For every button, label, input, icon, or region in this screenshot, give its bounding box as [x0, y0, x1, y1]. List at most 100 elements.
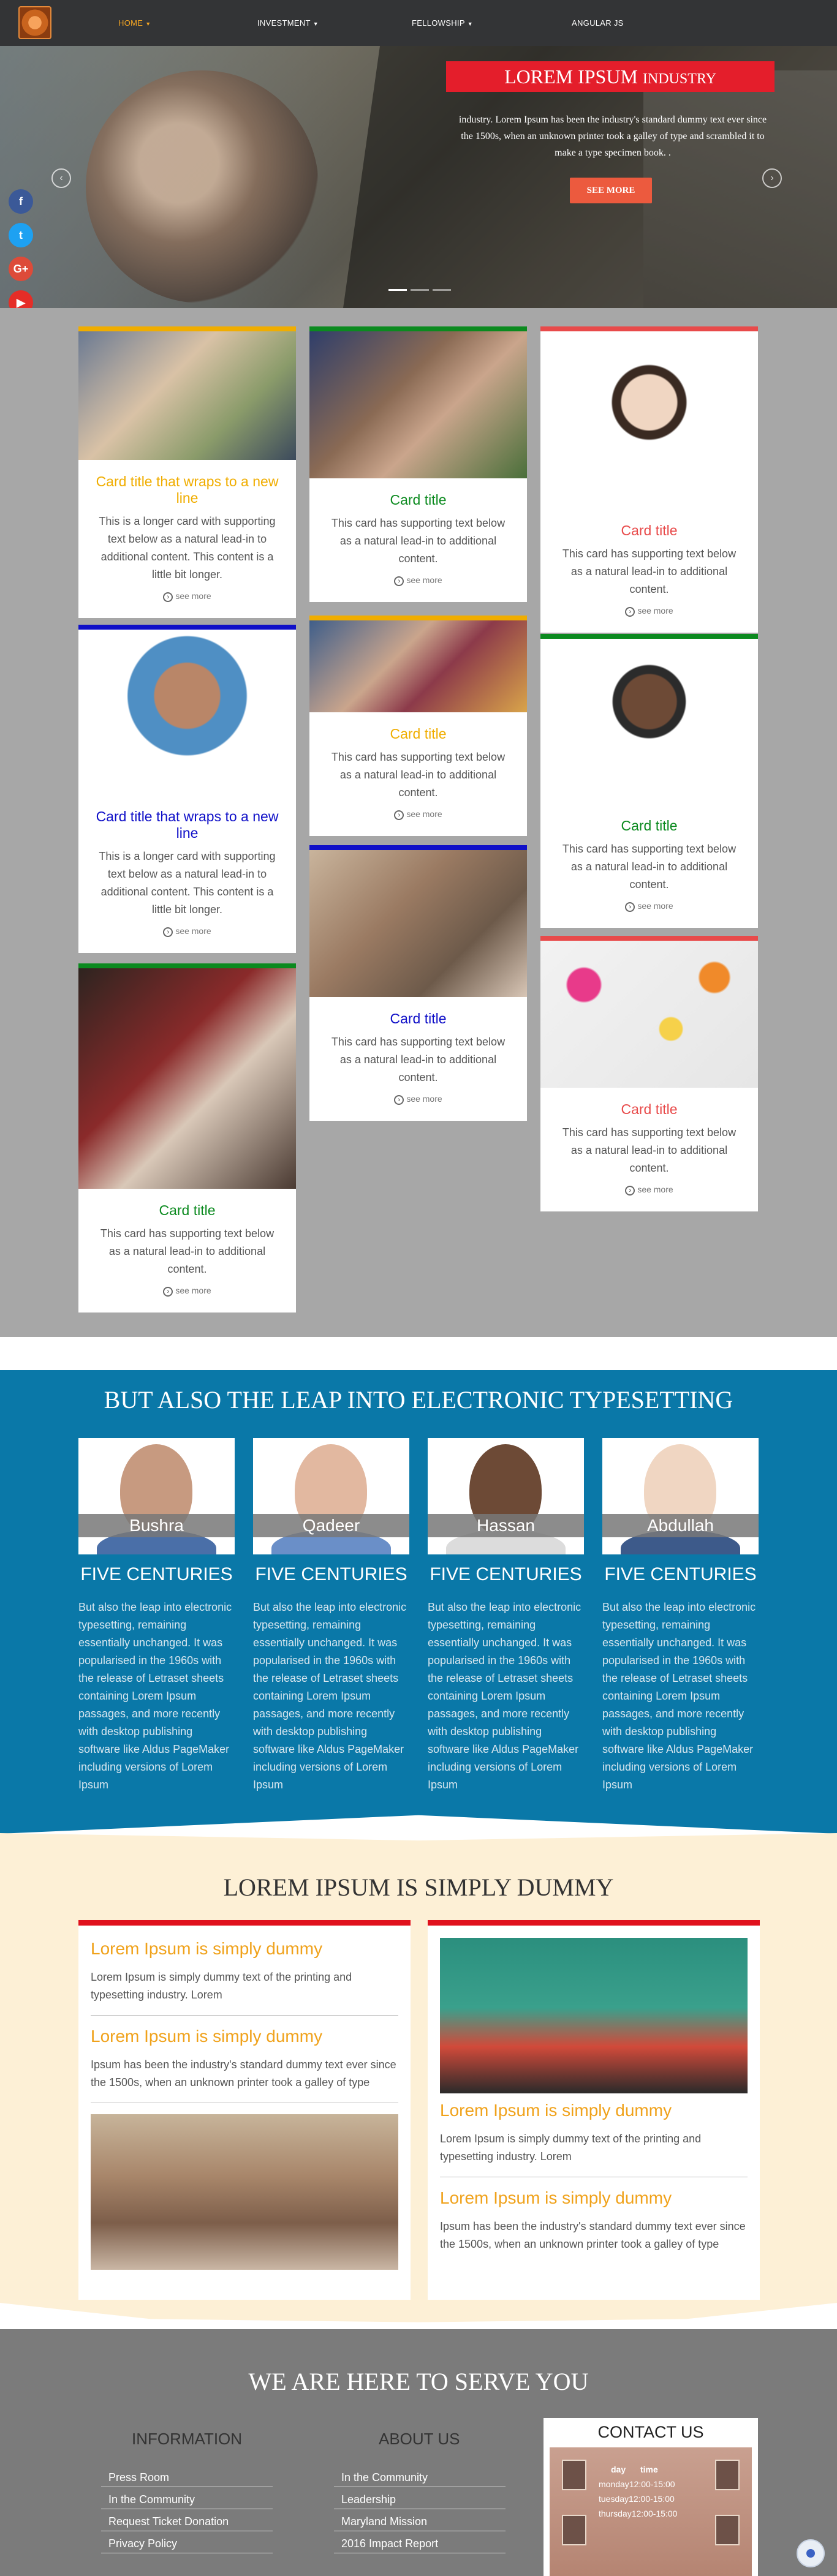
team-member: Bushra FIVE CENTURIES But also the leap in…: [78, 1438, 235, 1794]
hours-header: day time: [599, 2462, 677, 2477]
right-panel: Lorem Ipsum is simply dummy Lorem Ipsum …: [428, 1920, 760, 2300]
card: Card title This card has supporting text …: [540, 326, 758, 633]
group-photo: [91, 2114, 398, 2270]
card-image: [78, 630, 296, 795]
chat-button[interactable]: [797, 2539, 825, 2567]
card: Card title This card has supporting text …: [309, 616, 527, 836]
facebook-icon[interactable]: f: [9, 189, 33, 214]
card: Card title This card has supporting text …: [309, 326, 527, 602]
footer-link[interactable]: 2016 Impact Report: [334, 2537, 506, 2553]
card-text: This card has supporting text below as a…: [562, 1126, 737, 1174]
carousel-dot[interactable]: [433, 289, 451, 291]
footer-link[interactable]: In the Community: [334, 2471, 506, 2487]
see-more-label: see more: [406, 1094, 442, 1104]
team-member: Hassan FIVE CENTURIES But also the leap in…: [428, 1438, 584, 1794]
window: [715, 2460, 740, 2490]
carousel-dot[interactable]: [411, 289, 429, 291]
hours-row: monday12:00-15:00: [599, 2477, 677, 2491]
see-more-button[interactable]: SEE MORE: [570, 178, 652, 203]
chevron-circle-icon: ›: [394, 576, 404, 586]
member-text: But also the leap into electronic typese…: [602, 1601, 756, 1791]
opening-hours-table: day time monday12:00-15:00 tuesday12:00-15…: [599, 2462, 677, 2521]
footer-link[interactable]: Privacy Policy: [101, 2537, 273, 2553]
footer-title: WE ARE HERE TO SERVE YOU: [248, 2368, 589, 2395]
panel-text: Ipsum has been the industry's standard d…: [91, 2058, 396, 2088]
hours-time: 12:00-15:00: [631, 2509, 678, 2518]
card-image: [309, 850, 527, 997]
hours-rows: monday12:00-15:00 tuesday12:00-15:00 thurs…: [599, 2477, 677, 2521]
card-image: [78, 331, 296, 460]
nav-home[interactable]: HOME ▼: [118, 18, 151, 28]
carousel-dot[interactable]: [388, 289, 407, 291]
window: [715, 2515, 740, 2545]
panel-text: Lorem Ipsum is simply dummy text of the …: [91, 1971, 352, 2001]
nav-home-label: HOME: [118, 18, 143, 28]
card-title: Card title: [390, 492, 447, 508]
see-more-link[interactable]: › see more: [78, 1286, 296, 1297]
site-logo[interactable]: [18, 6, 51, 39]
carousel-next-icon[interactable]: ›: [762, 168, 782, 188]
twitter-icon[interactable]: t: [9, 223, 33, 247]
footer-link[interactable]: Leadership: [334, 2493, 506, 2509]
see-more-link[interactable]: › see more: [540, 606, 758, 617]
panel-heading: Lorem Ipsum is simply dummy: [440, 2188, 672, 2207]
card-title: Card title that wraps to a new line: [96, 473, 279, 506]
member-photo: Hassan: [428, 1438, 584, 1554]
member-text: But also the leap into electronic typese…: [78, 1601, 232, 1791]
chevron-circle-icon: ›: [625, 607, 635, 617]
see-more-label: see more: [637, 901, 673, 911]
card: Card title that wraps to a new line This …: [78, 625, 296, 953]
chevron-circle-icon: ›: [163, 927, 173, 937]
card-image: [309, 620, 527, 712]
left-panel: Lorem Ipsum is simply dummy Lorem Ipsum …: [78, 1920, 411, 2300]
footer-link[interactable]: Request Ticket Donation: [101, 2515, 273, 2531]
hero-text: industry. Lorem Ipsum has been the indus…: [458, 115, 767, 158]
see-more-link[interactable]: › see more: [540, 1184, 758, 1196]
card-title: Card title: [390, 726, 447, 742]
see-more-link[interactable]: › see more: [309, 575, 527, 586]
card: Card title This card has supporting text …: [309, 845, 527, 1121]
nav-angular-js[interactable]: ANGULAR JS: [572, 18, 624, 28]
card-image: [540, 639, 758, 804]
hours-day: thursday: [599, 2509, 632, 2518]
dummy-section-title: LOREM IPSUM IS SIMPLY DUMMY: [223, 1874, 614, 1901]
footer-about-heading: ABOUT US: [379, 2430, 460, 2448]
footer-link[interactable]: In the Community: [101, 2493, 273, 2509]
panel-text: Lorem Ipsum is simply dummy text of the …: [440, 2133, 702, 2163]
google-plus-icon[interactable]: G+: [9, 257, 33, 281]
see-more-link[interactable]: › see more: [309, 809, 527, 820]
member-text: But also the leap into electronic typese…: [428, 1601, 581, 1791]
nav-investment-label: INVESTMENT: [257, 18, 311, 28]
footer-link[interactable]: Press Room: [101, 2471, 273, 2487]
chevron-down-icon: ▼: [467, 21, 474, 27]
chevron-circle-icon: ›: [394, 1095, 404, 1105]
hours-row: tuesday12:00-15:00: [599, 2491, 677, 2506]
chevron-circle-icon: ›: [163, 1287, 173, 1297]
nav-investment[interactable]: INVESTMENT ▼: [257, 18, 319, 28]
card-text: This card has supporting text below as a…: [562, 843, 737, 891]
divider: [91, 2015, 398, 2016]
member-heading: FIVE CENTURIES: [255, 1564, 407, 1584]
member-photo: Abdullah: [602, 1438, 759, 1554]
member-heading: FIVE CENTURIES: [80, 1564, 233, 1584]
footer-link[interactable]: Maryland Mission: [334, 2515, 506, 2531]
panel-heading: Lorem Ipsum is simply dummy: [440, 2101, 672, 2120]
see-more-link[interactable]: › see more: [540, 901, 758, 912]
see-more-label: see more: [175, 591, 211, 601]
chevron-circle-icon: ›: [163, 592, 173, 602]
chevron-circle-icon: ›: [625, 1186, 635, 1196]
see-more-link[interactable]: › see more: [78, 926, 296, 937]
card-title: Card title: [159, 1202, 216, 1218]
see-more-link[interactable]: › see more: [309, 1094, 527, 1105]
card-title: Card title: [390, 1011, 447, 1026]
card-image: [540, 941, 758, 1088]
see-more-link[interactable]: › see more: [78, 591, 296, 602]
member-name: Bushra: [78, 1514, 235, 1537]
chevron-circle-icon: ›: [625, 902, 635, 912]
chat-icon: [806, 2549, 815, 2558]
card-title: Card title: [621, 818, 678, 834]
card-text: This card has supporting text below as a…: [331, 517, 506, 565]
see-more-label: see more: [406, 575, 442, 585]
nav-fellowship[interactable]: FELLOWSHIP ▼: [412, 18, 473, 28]
carousel-prev-icon[interactable]: ‹: [51, 168, 71, 188]
